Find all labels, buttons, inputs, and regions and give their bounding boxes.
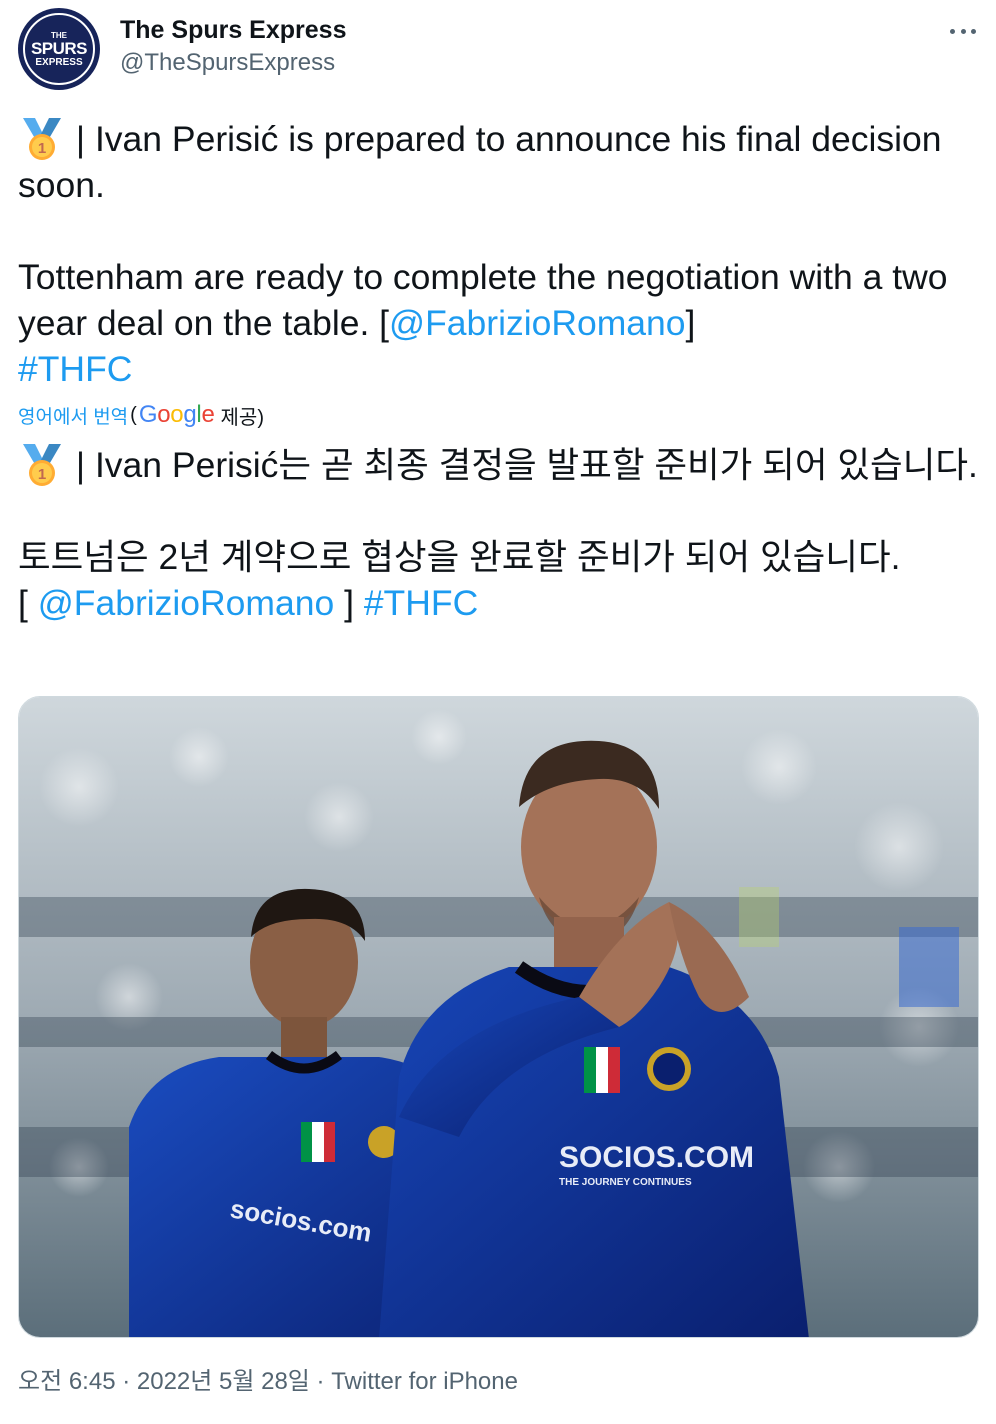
avatar-ring	[23, 13, 95, 85]
author-display-name[interactable]: The Spurs Express	[120, 14, 346, 46]
tweet-paragraph-1: 1 | Ivan Perisić is prepared to announce…	[18, 116, 980, 208]
tweet-date[interactable]: 2022년 5월 28일	[137, 1368, 310, 1395]
more-horizontal-icon[interactable]	[948, 20, 978, 42]
svg-text:1: 1	[38, 466, 46, 483]
translation-open-paren: (	[130, 403, 137, 426]
translated-open-bracket: [	[18, 583, 38, 623]
1st-place-medal-icon: 1	[18, 116, 66, 162]
tweet-source[interactable]: Twitter for iPhone	[331, 1368, 518, 1395]
tweet-paragraph-3: #THFC	[18, 346, 980, 392]
svg-text:1: 1	[38, 140, 46, 157]
tweet-paragraph-2: Tottenham are ready to complete the nego…	[18, 254, 980, 346]
tweet-header: THE SPURS EXPRESS The Spurs Express @The…	[18, 8, 978, 92]
tweet-meta: 오전 6:45 · 2022년 5월 28일 · Twitter for iPh…	[18, 1364, 518, 1400]
translated-paragraph-1: 1 | Ivan Perisić는 곧 최종 결정을 발표할 준비가 되어 있습…	[18, 442, 980, 488]
hashtag-link[interactable]: #THFC	[364, 583, 478, 623]
hashtag-link[interactable]: #THFC	[18, 349, 132, 389]
photo-illustration: socios.com SOCIOS.COM THE JOURNEY CONTIN…	[19, 697, 978, 1337]
translated-paragraph-3: [ @FabrizioRomano ] #THFC	[18, 580, 980, 626]
translated-text: 1 | Ivan Perisić는 곧 최종 결정을 발표할 준비가 되어 있습…	[18, 442, 980, 626]
shirt-sponsor: SOCIOS.COM	[559, 1141, 754, 1174]
shirt-tagline: THE JOURNEY CONTINUES	[559, 1177, 692, 1188]
translated-line-1: | Ivan Perisić는 곧 최종 결정을 발표할 준비가 되어 있습니다…	[66, 445, 978, 485]
tweet-text: 1 | Ivan Perisić is prepared to announce…	[18, 116, 980, 392]
translated-close-bracket: ]	[334, 583, 364, 623]
translation-attribution: 영어에서 번역 ( Google 제공)	[18, 398, 264, 432]
author-info: The Spurs Express @TheSpursExpress	[120, 14, 346, 79]
translated-line-2: 토트넘은 2년 계약으로 협상을 완료할 준비가 되어 있습니다.	[18, 537, 901, 577]
more-dot	[960, 28, 966, 34]
translate-link[interactable]: 영어에서 번역	[18, 402, 128, 429]
google-logo: Google	[138, 401, 215, 428]
avatar[interactable]: THE SPURS EXPRESS	[18, 8, 100, 90]
tweet-time[interactable]: 오전 6:45	[18, 1368, 116, 1395]
mention-link[interactable]: @FabrizioRomano	[389, 303, 685, 343]
translation-provided-label: 제공)	[220, 406, 264, 429]
meta-separator: ·	[309, 1368, 332, 1395]
meta-separator: ·	[115, 1368, 137, 1395]
more-dot	[950, 28, 955, 34]
more-dot	[971, 28, 976, 34]
translated-paragraph-2: 토트넘은 2년 계약으로 협상을 완료할 준비가 되어 있습니다.	[18, 534, 980, 580]
author-handle[interactable]: @TheSpursExpress	[120, 47, 346, 79]
1st-place-medal-icon: 1	[18, 442, 66, 488]
tweet-line-2-close: ]	[685, 303, 696, 343]
tweet-line-1: | Ivan Perisić is prepared to announce h…	[18, 119, 942, 205]
mention-link[interactable]: @FabrizioRomano	[38, 583, 334, 623]
tweet-photo[interactable]: socios.com SOCIOS.COM THE JOURNEY CONTIN…	[18, 696, 979, 1338]
